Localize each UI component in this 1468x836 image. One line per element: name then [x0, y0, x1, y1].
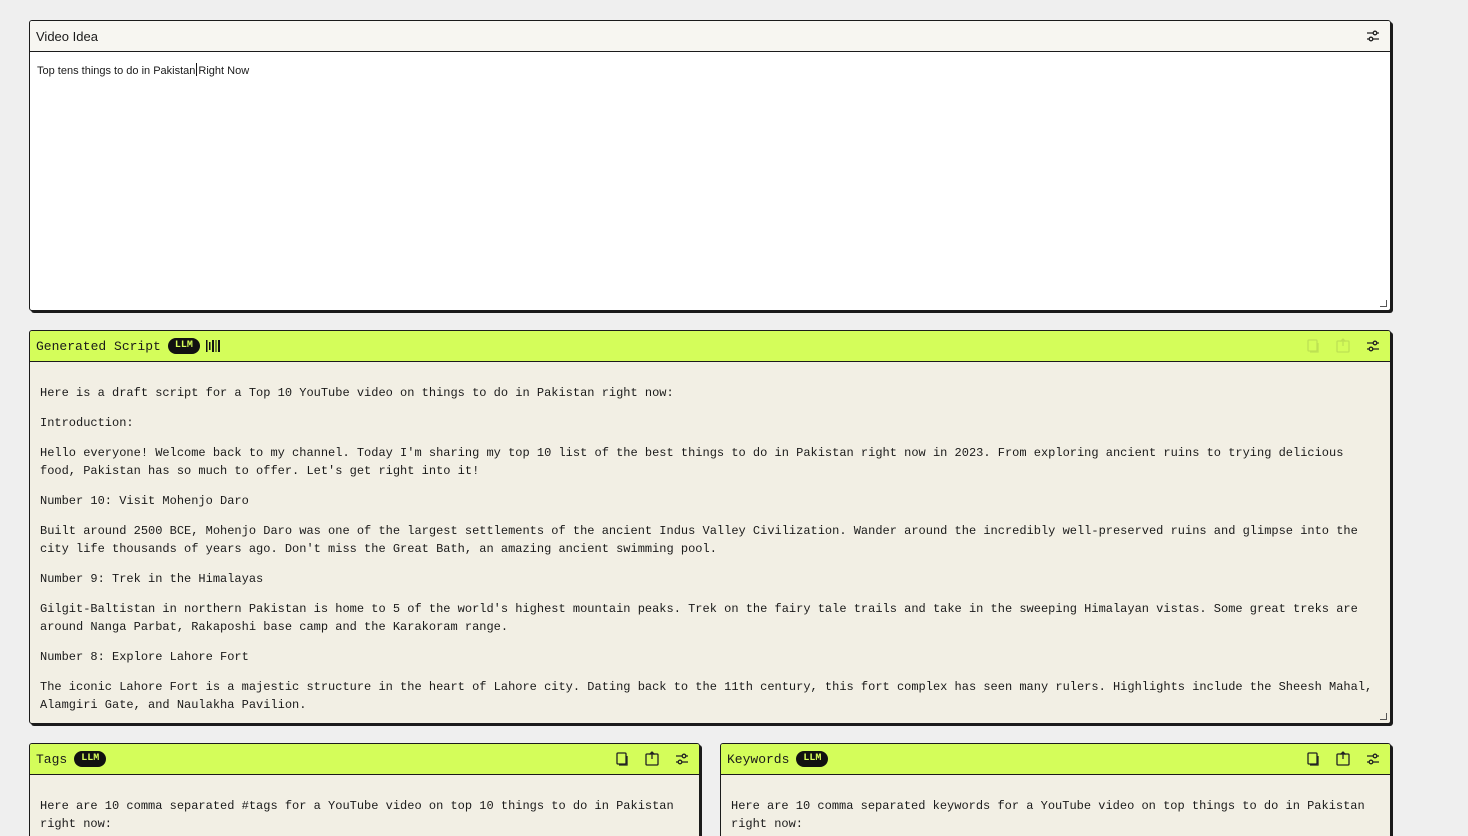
video-idea-textarea[interactable]: Top tens things to do in Pakistan Right N… [30, 52, 1390, 88]
sliders-icon[interactable] [1364, 750, 1382, 768]
video-idea-text-before: Top tens things to do in Pakistan [37, 65, 196, 77]
video-idea-title: Video Idea [36, 28, 98, 44]
llm-badge: LLM [74, 751, 107, 767]
script-paragraph: Number 8: Explore Lahore Fort [40, 650, 249, 664]
generated-script-panel: Generated Script LLM Here is a draft scr… [29, 330, 1391, 724]
script-paragraph: Built around 2500 BCE, Mohenjo Daro was … [40, 524, 1366, 556]
script-paragraph: The iconic Lahore Fort is a majestic str… [40, 680, 1380, 712]
sliders-icon[interactable] [1364, 337, 1382, 355]
tags-panel: Tags LLM Here are 10 comma separated #ta… [29, 743, 700, 836]
generated-script-content[interactable]: Here is a draft script for a Top 10 YouT… [30, 362, 1390, 714]
keywords-header: Keywords LLM [721, 744, 1390, 775]
llm-badge: LLM [167, 338, 200, 354]
keywords-panel: Keywords LLM Here are 10 comma separated [720, 743, 1391, 836]
script-paragraph: Number 9: Trek in the Himalayas [40, 572, 264, 586]
tags-content[interactable]: Here are 10 comma separated #tags for a … [30, 775, 699, 836]
export-icon[interactable] [1334, 750, 1352, 768]
video-idea-panel: Video Idea Top tens things to do in Paki… [29, 20, 1391, 311]
export-icon[interactable] [1334, 337, 1352, 355]
video-idea-header: Video Idea [30, 21, 1390, 52]
script-paragraph: Hello everyone! Welcome back to my chann… [40, 446, 1351, 478]
llm-badge: LLM [796, 751, 829, 767]
sliders-icon[interactable] [673, 750, 691, 768]
sliders-icon[interactable] [1364, 27, 1382, 45]
generated-script-title: Generated Script [36, 338, 161, 354]
script-paragraph: Gilgit-Baltistan in northern Pakistan is… [40, 602, 1366, 634]
generated-script-header: Generated Script LLM [30, 331, 1390, 362]
video-idea-text-after: Right Now [198, 65, 250, 77]
script-paragraph: Number 10: Visit Mohenjo Daro [40, 494, 249, 508]
keywords-content[interactable]: Here are 10 comma separated keywords for… [721, 775, 1390, 836]
script-paragraph: Introduction: [40, 416, 134, 430]
copy-icon[interactable] [1304, 337, 1322, 355]
resize-handle[interactable] [1380, 300, 1387, 307]
tags-title: Tags [36, 751, 68, 767]
tags-header: Tags LLM [30, 744, 699, 775]
copy-icon[interactable] [613, 750, 631, 768]
copy-icon[interactable] [1304, 750, 1322, 768]
resize-handle[interactable] [1380, 713, 1387, 720]
barcode-icon [205, 339, 222, 353]
keywords-title: Keywords [727, 751, 790, 767]
export-icon[interactable] [643, 750, 661, 768]
script-paragraph: Here is a draft script for a Top 10 YouT… [40, 386, 674, 400]
